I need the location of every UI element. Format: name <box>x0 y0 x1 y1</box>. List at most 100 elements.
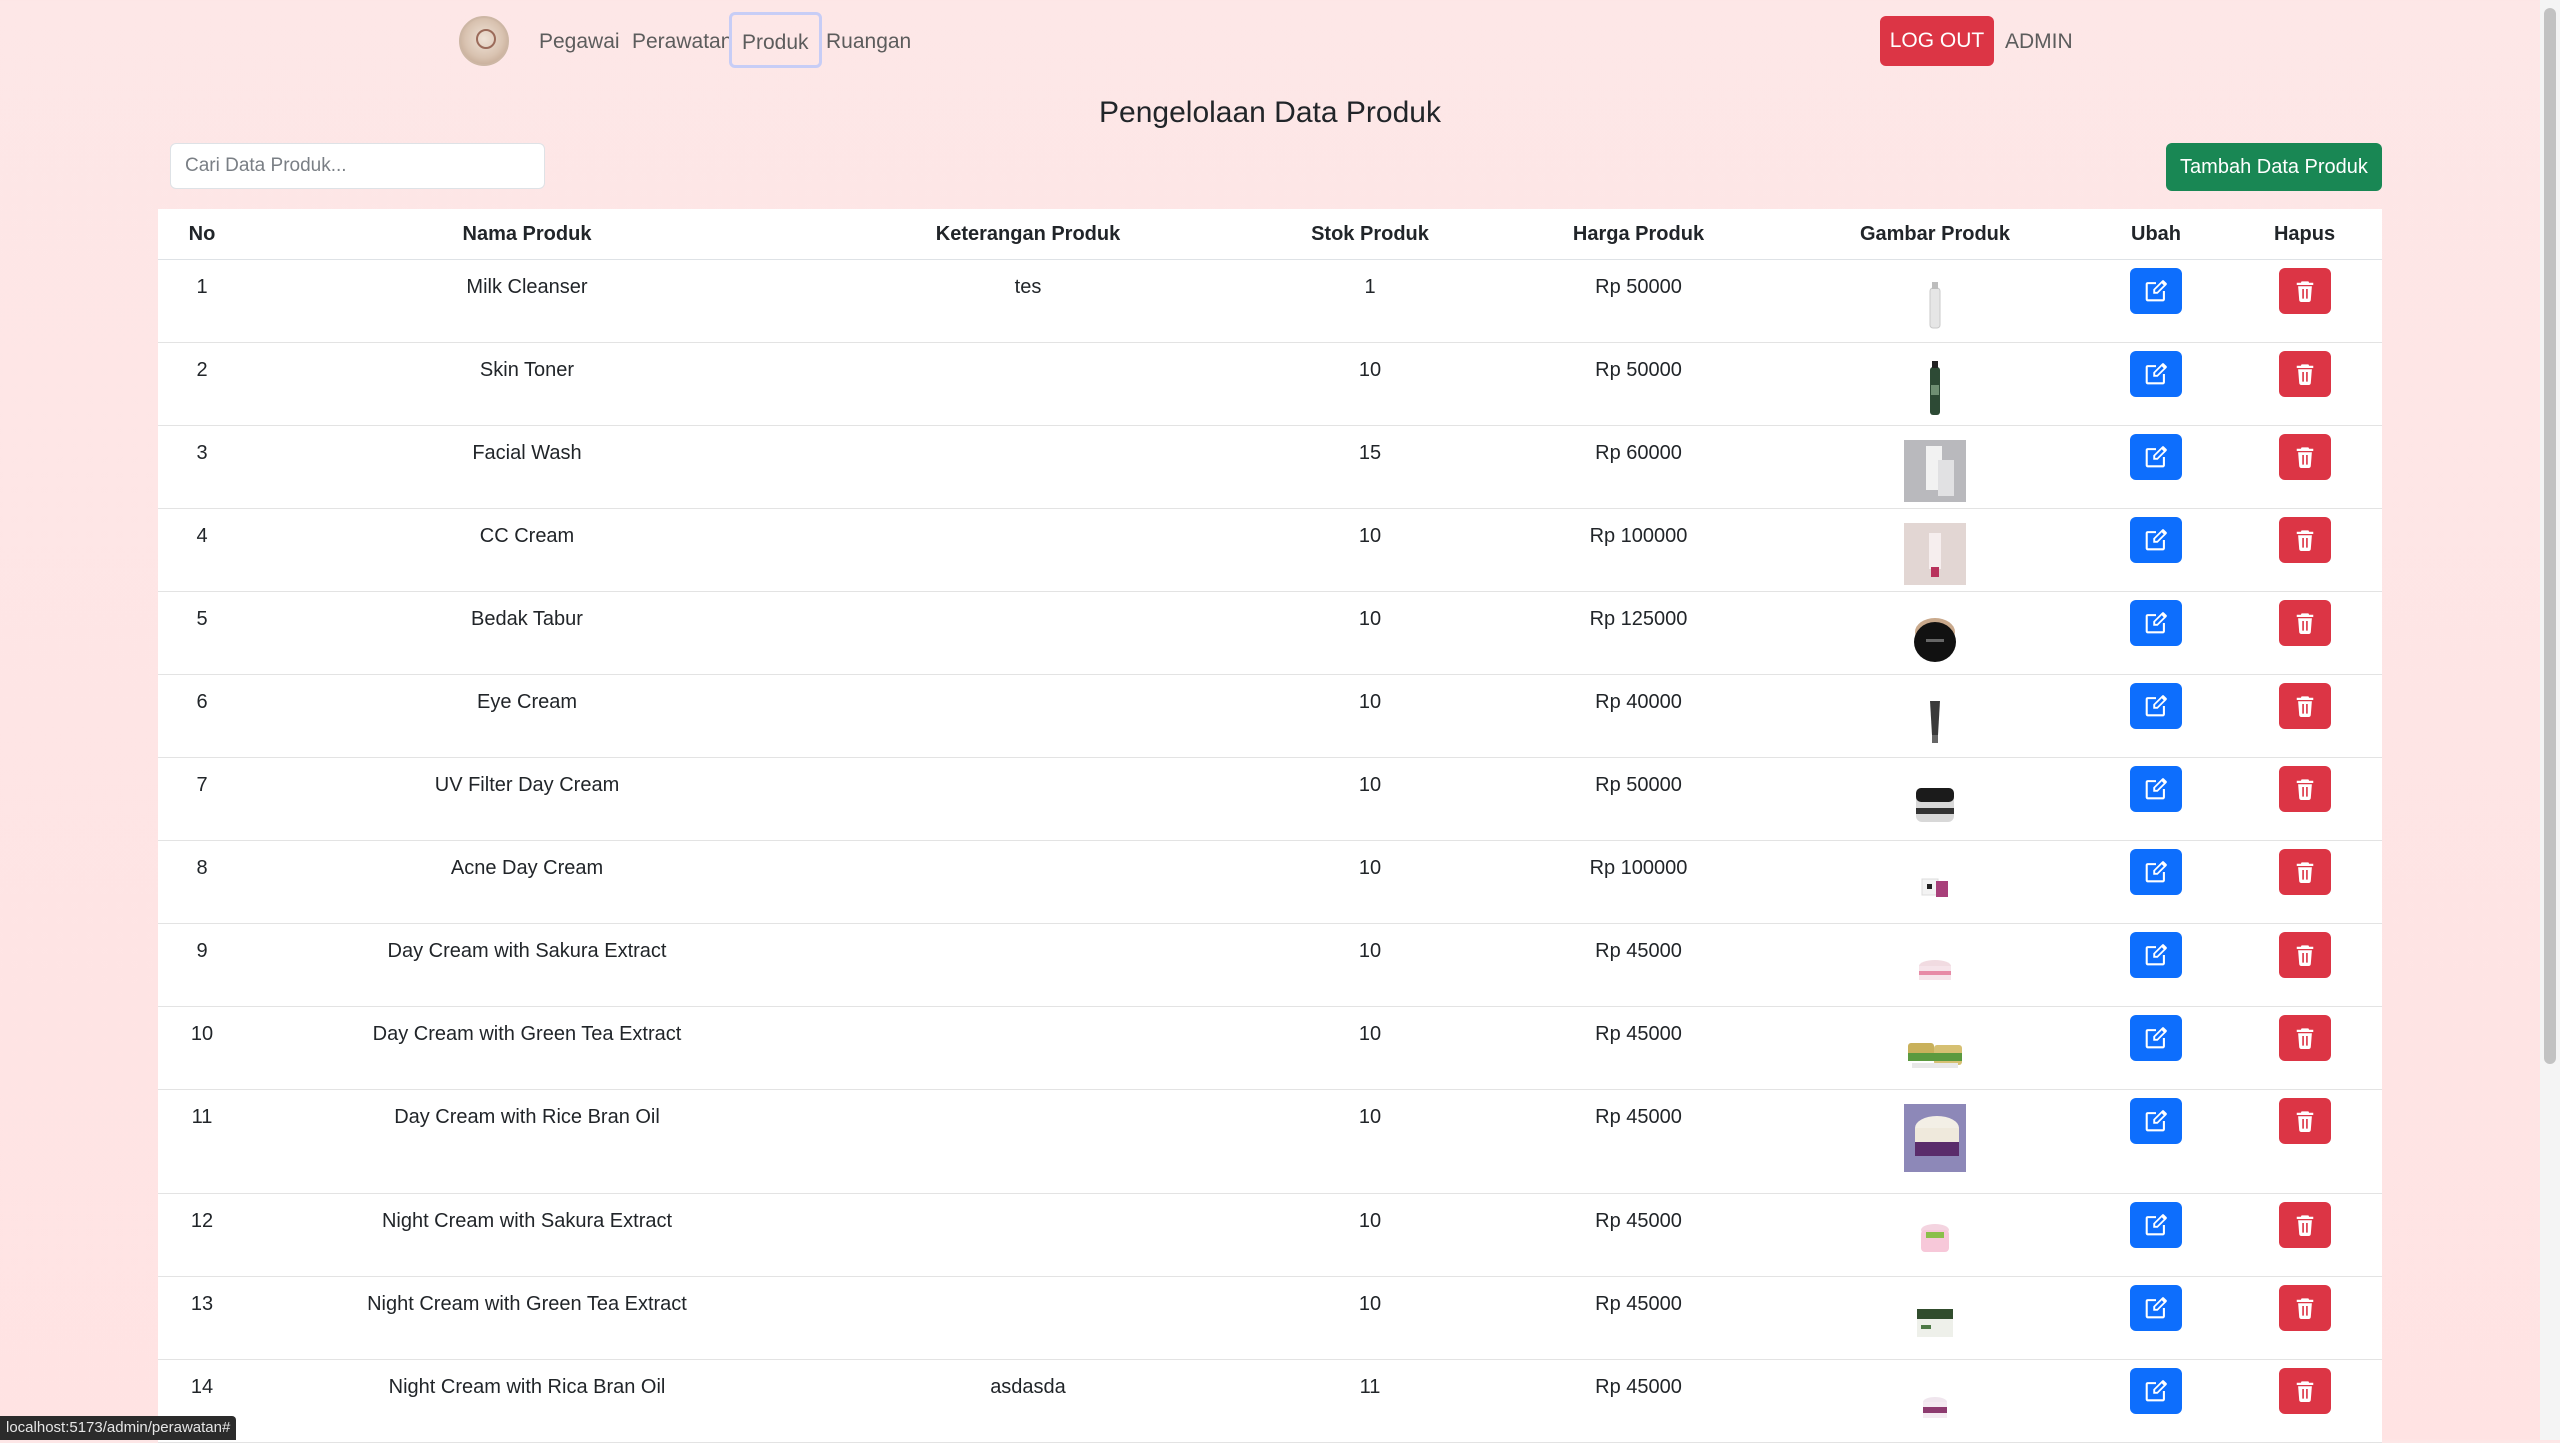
cell-harga-produk: Rp 45000 <box>1492 923 1785 1007</box>
cell-no: 8 <box>158 840 246 924</box>
cell-keterangan-produk <box>808 1276 1248 1360</box>
table-row: 8 Acne Day Cream 10 Rp 100000 <box>158 840 2382 924</box>
cell-keterangan-produk: asdasda <box>808 1359 1248 1443</box>
cell-keterangan-produk <box>808 923 1248 1007</box>
delete-button[interactable] <box>2278 1015 2331 1061</box>
cell-no: 1 <box>158 259 246 343</box>
cell-no: 11 <box>158 1089 246 1194</box>
cell-no: 9 <box>158 923 246 1007</box>
product-image <box>1904 357 1966 419</box>
cell-no: 7 <box>158 757 246 841</box>
product-image <box>1904 689 1966 751</box>
cell-hapus <box>2227 1276 2382 1360</box>
product-image <box>1904 440 1966 502</box>
add-product-button[interactable]: Tambah Data Produk <box>2166 143 2382 191</box>
product-image <box>1904 938 1966 1000</box>
delete-button[interactable] <box>2278 268 2331 314</box>
nav-link-pegawai[interactable]: Pegawai <box>539 24 620 60</box>
cell-keterangan-produk <box>808 1089 1248 1194</box>
table-row: 1 Milk Cleanser tes 1 Rp 50000 <box>158 259 2382 343</box>
delete-button[interactable] <box>2278 932 2331 978</box>
cell-stok-produk: 10 <box>1248 591 1492 675</box>
header-stok: Stok Produk <box>1248 209 1492 260</box>
cell-harga-produk: Rp 45000 <box>1492 1276 1785 1360</box>
cell-harga-produk: Rp 45000 <box>1492 1359 1785 1443</box>
cell-gambar-produk <box>1785 840 2085 924</box>
cell-no: 13 <box>158 1276 246 1360</box>
cell-ubah <box>2085 923 2227 1007</box>
status-url: localhost:5173/admin/perawatan# <box>0 1416 237 1440</box>
cell-keterangan-produk <box>808 591 1248 675</box>
search-input[interactable] <box>170 143 545 189</box>
edit-button[interactable] <box>2130 434 2182 480</box>
delete-button[interactable] <box>2278 1368 2331 1414</box>
cell-nama-produk: Acne Day Cream <box>246 840 808 924</box>
product-image <box>1904 523 1966 585</box>
cell-hapus <box>2227 757 2382 841</box>
cell-stok-produk: 10 <box>1248 342 1492 426</box>
delete-button[interactable] <box>2278 1285 2331 1331</box>
cell-stok-produk: 11 <box>1248 1359 1492 1443</box>
edit-button[interactable] <box>2130 766 2182 812</box>
cell-stok-produk: 10 <box>1248 508 1492 592</box>
nav-link-perawatan[interactable]: Perawatan <box>632 24 732 60</box>
cell-hapus <box>2227 1193 2382 1277</box>
product-image <box>1904 606 1966 668</box>
logout-button[interactable]: LOG OUT <box>1880 16 1994 66</box>
cell-ubah <box>2085 1193 2227 1277</box>
product-table: No Nama Produk Keterangan Produk Stok Pr… <box>158 209 2382 1443</box>
cell-harga-produk: Rp 100000 <box>1492 840 1785 924</box>
cell-nama-produk: Day Cream with Green Tea Extract <box>246 1006 808 1090</box>
scrollbar[interactable] <box>2540 0 2560 1440</box>
edit-button[interactable] <box>2130 1015 2182 1061</box>
edit-button[interactable] <box>2130 932 2182 978</box>
edit-button[interactable] <box>2130 268 2182 314</box>
cell-ubah <box>2085 342 2227 426</box>
admin-label: ADMIN <box>2005 30 2073 53</box>
edit-button[interactable] <box>2130 1098 2182 1144</box>
edit-button[interactable] <box>2130 351 2182 397</box>
edit-button[interactable] <box>2130 683 2182 729</box>
cell-ubah <box>2085 259 2227 343</box>
nav-link-ruangan[interactable]: Ruangan <box>826 24 911 60</box>
cell-nama-produk: Night Cream with Green Tea Extract <box>246 1276 808 1360</box>
table-row: 5 Bedak Tabur 10 Rp 125000 <box>158 591 2382 675</box>
cell-stok-produk: 10 <box>1248 674 1492 758</box>
edit-button[interactable] <box>2130 1285 2182 1331</box>
cell-hapus <box>2227 508 2382 592</box>
cell-nama-produk: Skin Toner <box>246 342 808 426</box>
cell-gambar-produk <box>1785 757 2085 841</box>
table-row: 13 Night Cream with Green Tea Extract 10 Rp… <box>158 1276 2382 1360</box>
cell-gambar-produk <box>1785 342 2085 426</box>
edit-button[interactable] <box>2130 517 2182 563</box>
brand-logo[interactable] <box>459 16 509 66</box>
cell-harga-produk: Rp 125000 <box>1492 591 1785 675</box>
nav-link-produk[interactable]: Produk <box>729 12 822 68</box>
delete-button[interactable] <box>2278 683 2331 729</box>
cell-stok-produk: 1 <box>1248 259 1492 343</box>
delete-button[interactable] <box>2278 766 2331 812</box>
cell-gambar-produk <box>1785 1193 2085 1277</box>
cell-nama-produk: CC Cream <box>246 508 808 592</box>
edit-button[interactable] <box>2130 849 2182 895</box>
cell-hapus <box>2227 674 2382 758</box>
delete-button[interactable] <box>2278 1202 2331 1248</box>
cell-keterangan-produk <box>808 508 1248 592</box>
scrollbar-thumb[interactable] <box>2544 8 2556 1064</box>
delete-button[interactable] <box>2278 351 2331 397</box>
cell-harga-produk: Rp 50000 <box>1492 342 1785 426</box>
cell-hapus <box>2227 923 2382 1007</box>
cell-hapus <box>2227 342 2382 426</box>
delete-button[interactable] <box>2278 517 2331 563</box>
cell-gambar-produk <box>1785 259 2085 343</box>
cell-keterangan-produk: tes <box>808 259 1248 343</box>
edit-button[interactable] <box>2130 1368 2182 1414</box>
delete-button[interactable] <box>2278 1098 2331 1144</box>
table-row: 9 Day Cream with Sakura Extract 10 Rp 45000 <box>158 923 2382 1007</box>
edit-button[interactable] <box>2130 1202 2182 1248</box>
delete-button[interactable] <box>2278 849 2331 895</box>
delete-button[interactable] <box>2278 600 2331 646</box>
cell-stok-produk: 10 <box>1248 1089 1492 1194</box>
delete-button[interactable] <box>2278 434 2331 480</box>
edit-button[interactable] <box>2130 600 2182 646</box>
